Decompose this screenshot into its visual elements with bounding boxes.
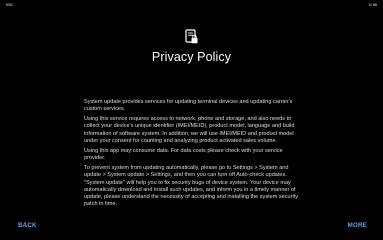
document-lock-icon [185, 29, 198, 44]
policy-paragraph-3: Using this app may consume data. For dat… [84, 147, 283, 162]
back-button[interactable]: BACK [18, 222, 37, 229]
status-bar-left: ᴺᴳᴹ [6, 3, 13, 8]
status-bar: ᴺᴳᴹ ᵂ ᴹᴮ [0, 0, 383, 12]
page-title: Privacy Policy [151, 50, 232, 64]
policy-text-scroll-area[interactable]: System update provides services for upda… [84, 99, 302, 213]
policy-paragraph-4: To prevent system from updating automati… [84, 165, 298, 208]
status-bar-right: ᵂ ᴹᴮ [368, 3, 377, 8]
more-button[interactable]: MORE [348, 222, 367, 229]
policy-paragraph-2: Using this service requires access to ne… [84, 116, 295, 144]
policy-paragraph-1: System update provides services for upda… [84, 99, 293, 113]
